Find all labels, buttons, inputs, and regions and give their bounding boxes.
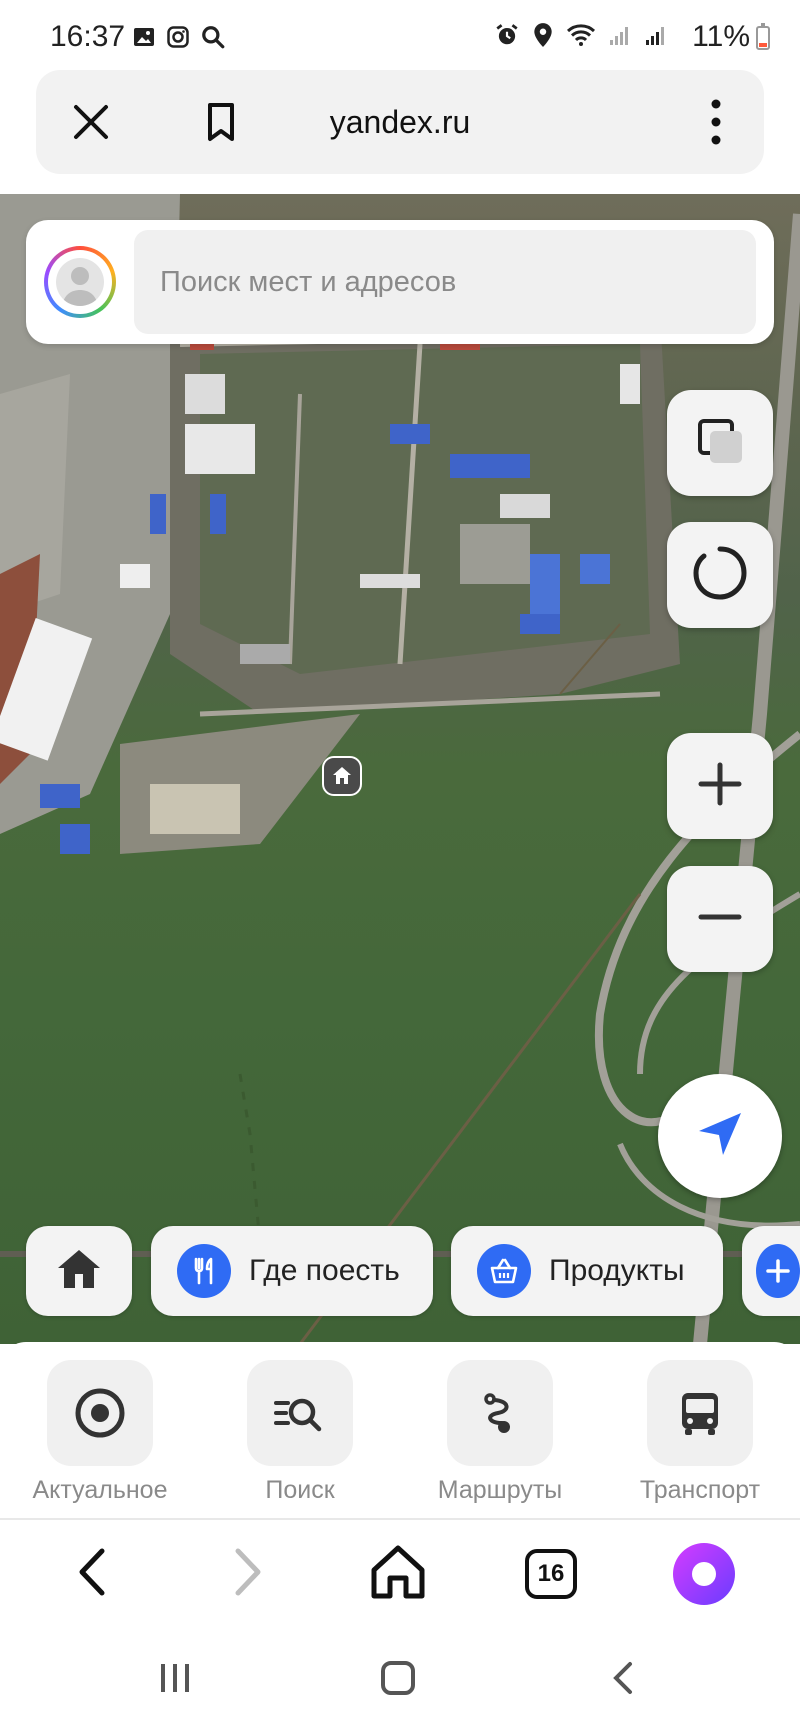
- browser-url-bar[interactable]: yandex.ru: [36, 70, 764, 174]
- user-avatar-icon: [56, 258, 104, 306]
- tabs-button[interactable]: 16: [511, 1534, 591, 1614]
- home-button[interactable]: [358, 1534, 438, 1614]
- browser-bottom-bar: 16: [0, 1520, 800, 1628]
- status-bar: 16:37 11%: [0, 0, 800, 70]
- signal-icon: [644, 22, 668, 53]
- tab-count: 16: [525, 1549, 577, 1599]
- signal-icon: [608, 22, 632, 53]
- recent-apps-icon: [155, 1658, 195, 1703]
- target-icon: [47, 1360, 153, 1466]
- image-icon: [132, 25, 156, 54]
- nav-label: Поиск: [265, 1476, 335, 1504]
- nav-label: Актуальное: [32, 1476, 168, 1504]
- system-navigation-bar: [0, 1628, 800, 1733]
- battery-percent: 11%: [692, 20, 750, 53]
- fork-knife-icon: [177, 1244, 231, 1298]
- forward-button[interactable]: [208, 1534, 288, 1614]
- my-location-button[interactable]: [658, 1074, 782, 1198]
- home-marker-icon[interactable]: [322, 756, 362, 796]
- search-input[interactable]: [134, 230, 756, 334]
- square-icon: [378, 1658, 418, 1703]
- list-search-icon: [247, 1360, 353, 1466]
- wifi-icon: [566, 22, 596, 53]
- avatar[interactable]: [44, 246, 116, 318]
- system-back-button[interactable]: [594, 1650, 654, 1710]
- status-left-icons: [132, 24, 226, 55]
- nav-item-routes[interactable]: Маршруты: [410, 1360, 590, 1505]
- home-icon: [54, 1244, 104, 1299]
- back-button[interactable]: [52, 1534, 132, 1614]
- bus-icon: [647, 1360, 753, 1466]
- chip-home[interactable]: [26, 1226, 132, 1316]
- battery-icon: [756, 23, 770, 50]
- layers-icon: [692, 413, 748, 474]
- route-icon: [447, 1360, 553, 1466]
- nav-item-search[interactable]: Поиск: [210, 1360, 390, 1505]
- zoom-in-icon: [695, 759, 745, 814]
- zoom-in-button[interactable]: [667, 733, 773, 839]
- more-vertical-icon[interactable]: [696, 94, 736, 150]
- chip-label: Где поесть: [249, 1254, 400, 1287]
- basket-icon: [477, 1244, 531, 1298]
- system-home-button[interactable]: [368, 1650, 428, 1710]
- maps-bottom-nav: Актуальное Поиск Маршруты Транспорт: [0, 1342, 800, 1520]
- location-icon: [532, 22, 554, 53]
- nav-item-actual[interactable]: Актуальное: [10, 1360, 190, 1505]
- locate-arrow-icon: [693, 1107, 747, 1166]
- chevron-left-icon: [72, 1545, 112, 1604]
- chip-products[interactable]: Продукты: [451, 1226, 723, 1316]
- layers-button[interactable]: [667, 390, 773, 496]
- alarm-icon: [494, 22, 520, 53]
- nav-item-transport[interactable]: Транспорт: [610, 1360, 790, 1505]
- zoom-out-button[interactable]: [667, 866, 773, 972]
- alice-button[interactable]: [664, 1534, 744, 1614]
- search-card: [26, 220, 774, 344]
- chevron-right-icon: [228, 1545, 268, 1604]
- recent-apps-button[interactable]: [145, 1650, 205, 1710]
- status-right-icons: [494, 22, 668, 53]
- chevron-left-icon: [604, 1658, 644, 1703]
- alice-icon: [673, 1543, 735, 1605]
- nav-label: Транспорт: [639, 1476, 761, 1504]
- home-outline-icon: [368, 1542, 428, 1607]
- alice-ring-icon: [690, 543, 750, 608]
- chip-where-to-eat[interactable]: Где поесть: [151, 1226, 433, 1316]
- instagram-icon: [166, 25, 190, 54]
- status-time: 16:37: [50, 20, 126, 53]
- url-text[interactable]: yandex.ru: [36, 104, 764, 141]
- chip-label: Продукты: [549, 1254, 685, 1287]
- nav-label: Маршруты: [437, 1476, 563, 1504]
- alice-map-button[interactable]: [667, 522, 773, 628]
- search-icon: [200, 24, 226, 55]
- chip-more[interactable]: [742, 1226, 800, 1316]
- plus-icon: [756, 1244, 800, 1298]
- zoom-out-icon: [695, 892, 745, 947]
